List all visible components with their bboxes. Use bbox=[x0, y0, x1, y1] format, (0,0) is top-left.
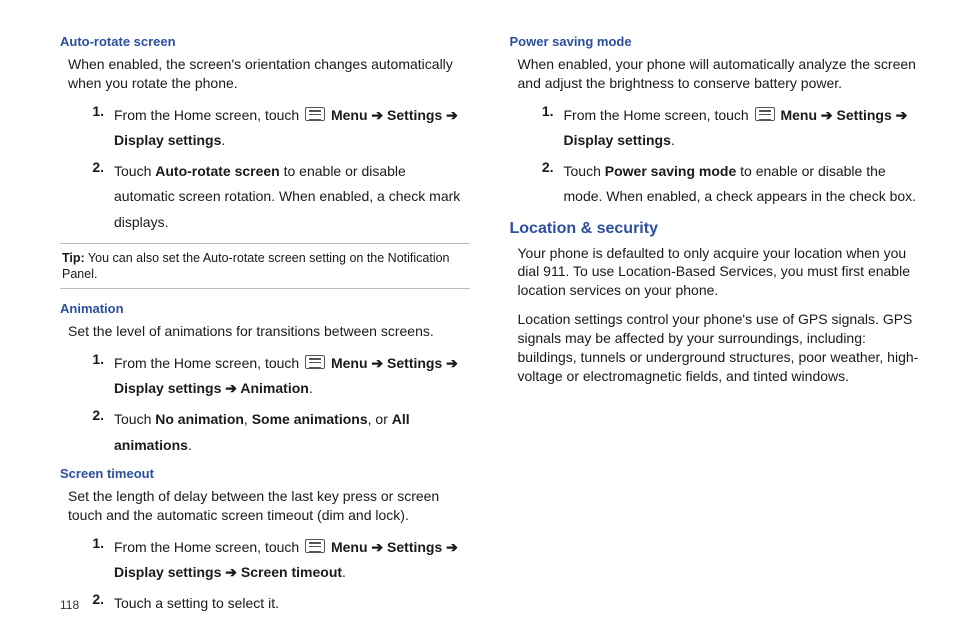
step-number: 2. bbox=[60, 407, 114, 457]
text: , or bbox=[368, 411, 392, 427]
page-content: Auto-rotate screen When enabled, the scr… bbox=[0, 0, 954, 634]
step-number: 1. bbox=[60, 103, 114, 153]
menu-icon bbox=[305, 355, 325, 369]
tip-box: Tip: You can also set the Auto-rotate sc… bbox=[60, 243, 470, 290]
bold-text: Some animations bbox=[252, 411, 368, 427]
bold-text: Settings bbox=[837, 107, 892, 123]
tip-body: You can also set the Auto-rotate screen … bbox=[62, 251, 450, 281]
paragraph-loc-2: Location settings control your phone's u… bbox=[518, 310, 920, 386]
text: . bbox=[671, 132, 675, 148]
step-number: 1. bbox=[60, 535, 114, 585]
bold-text: Display settings bbox=[114, 564, 221, 580]
step-number: 2. bbox=[60, 159, 114, 235]
bold-text: Settings bbox=[387, 107, 442, 123]
step-body: From the Home screen, touch Menu ➔ Setti… bbox=[114, 535, 470, 585]
intro-auto-rotate: When enabled, the screen's orientation c… bbox=[68, 55, 470, 93]
step-body: From the Home screen, touch Menu ➔ Setti… bbox=[564, 103, 920, 153]
bold-text: Auto-rotate screen bbox=[155, 163, 279, 179]
tip-label: Tip: bbox=[62, 251, 85, 265]
step-number: 2. bbox=[510, 159, 564, 209]
bold-text: Menu bbox=[331, 355, 368, 371]
heading-location-security: Location & security bbox=[510, 220, 920, 238]
arrow-icon: ➔ bbox=[371, 107, 387, 123]
heading-auto-rotate: Auto-rotate screen bbox=[60, 34, 470, 49]
step-number: 1. bbox=[60, 351, 114, 401]
text: , bbox=[244, 411, 252, 427]
arrow-icon: ➔ bbox=[896, 107, 908, 123]
bold-text: Menu bbox=[780, 107, 817, 123]
heading-animation: Animation bbox=[60, 301, 470, 316]
left-column: Auto-rotate screen When enabled, the scr… bbox=[60, 30, 470, 624]
menu-icon bbox=[305, 539, 325, 553]
intro-screen-timeout: Set the length of delay between the last… bbox=[68, 487, 470, 525]
arrow-icon: ➔ bbox=[446, 107, 458, 123]
step-number: 1. bbox=[510, 103, 564, 153]
text: From the Home screen, touch bbox=[114, 107, 303, 123]
bold-text: Power saving mode bbox=[605, 163, 736, 179]
steps-screen-timeout: 1. From the Home screen, touch Menu ➔ Se… bbox=[60, 535, 470, 617]
text: From the Home screen, touch bbox=[114, 355, 303, 371]
text: Touch bbox=[114, 163, 155, 179]
text: . bbox=[309, 380, 313, 396]
text: . bbox=[221, 132, 225, 148]
steps-animation: 1. From the Home screen, touch Menu ➔ Se… bbox=[60, 351, 470, 458]
intro-power-saving: When enabled, your phone will automatica… bbox=[518, 55, 920, 93]
arrow-icon: ➔ bbox=[821, 107, 837, 123]
bold-text: Settings bbox=[387, 539, 442, 555]
arrow-icon: ➔ bbox=[225, 380, 240, 396]
paragraph-loc-1: Your phone is defaulted to only acquire … bbox=[518, 244, 920, 301]
step-body: From the Home screen, touch Menu ➔ Setti… bbox=[114, 351, 470, 401]
bold-text: No animation bbox=[155, 411, 244, 427]
heading-screen-timeout: Screen timeout bbox=[60, 466, 470, 481]
page-number: 118 bbox=[60, 598, 79, 612]
bold-text: Display settings bbox=[114, 380, 221, 396]
heading-power-saving: Power saving mode bbox=[510, 34, 920, 49]
right-column: Power saving mode When enabled, your pho… bbox=[510, 30, 920, 624]
arrow-icon: ➔ bbox=[371, 539, 387, 555]
step-body: Touch Auto-rotate screen to enable or di… bbox=[114, 159, 470, 235]
step-body: From the Home screen, touch Menu ➔ Setti… bbox=[114, 103, 470, 153]
arrow-icon: ➔ bbox=[371, 355, 387, 371]
arrow-icon: ➔ bbox=[446, 355, 458, 371]
text: Touch bbox=[564, 163, 605, 179]
arrow-icon: ➔ bbox=[446, 539, 458, 555]
intro-animation: Set the level of animations for transiti… bbox=[68, 322, 470, 341]
text: . bbox=[342, 564, 346, 580]
bold-text: Menu bbox=[331, 539, 368, 555]
menu-icon bbox=[755, 107, 775, 121]
text: . bbox=[188, 437, 192, 453]
steps-power-saving: 1. From the Home screen, touch Menu ➔ Se… bbox=[510, 103, 920, 210]
bold-text: Display settings bbox=[564, 132, 671, 148]
text: Touch bbox=[114, 411, 155, 427]
bold-text: Screen timeout bbox=[241, 564, 342, 580]
step-body: Touch Power saving mode to enable or dis… bbox=[564, 159, 920, 209]
bold-text: Settings bbox=[387, 355, 442, 371]
menu-icon bbox=[305, 107, 325, 121]
step-body: Touch a setting to select it. bbox=[114, 591, 470, 616]
bold-text: Menu bbox=[331, 107, 368, 123]
step-body: Touch No animation, Some animations, or … bbox=[114, 407, 470, 457]
text: From the Home screen, touch bbox=[114, 539, 303, 555]
bold-text: Animation bbox=[240, 380, 308, 396]
bold-text: Display settings bbox=[114, 132, 221, 148]
text: From the Home screen, touch bbox=[564, 107, 753, 123]
steps-auto-rotate: 1. From the Home screen, touch Menu ➔ Se… bbox=[60, 103, 470, 235]
arrow-icon: ➔ bbox=[225, 564, 241, 580]
